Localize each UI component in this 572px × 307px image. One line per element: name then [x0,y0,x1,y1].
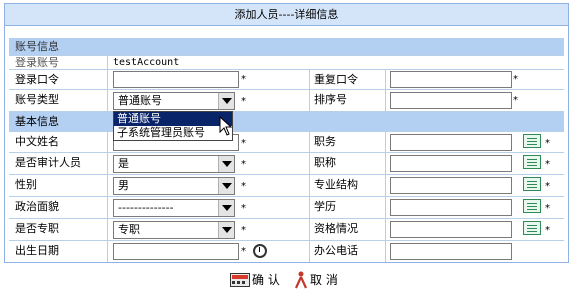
section-basic-header: 基本信息 [9,112,564,132]
chevron-down-icon[interactable] [218,222,234,238]
row-account-type: 账号类型 普通账号 * 排序号 * [9,90,564,112]
fulltime-label: 是否专职 [15,222,59,235]
qualification-required-mark: * [545,225,550,236]
sort-required-mark: * [513,95,518,106]
name-required-mark: * [241,138,246,149]
row-login-account: 登录账号 testAccount [9,56,564,70]
qualification-input[interactable] [390,221,512,238]
fulltime-select[interactable]: 专职 [113,221,235,239]
audit-required-mark: * [241,159,246,170]
action-bar: 确 认 取 消 [4,266,569,296]
repeat-password-input[interactable] [390,71,512,88]
chevron-down-icon[interactable] [218,156,234,172]
duty-input[interactable] [390,134,512,151]
gender-value: 男 [118,179,129,192]
professional-title-input[interactable] [390,155,512,172]
birth-date-label: 出生日期 [15,244,59,257]
confirm-button-label: 确 认 [252,273,280,287]
cancel-button[interactable]: 取 消 [294,270,338,290]
repeat-required-mark: * [513,74,518,85]
political-status-value: -------------- [118,201,174,214]
fulltime-value: 专职 [118,223,140,236]
birth-required-mark: * [241,246,246,257]
major-picker-icon[interactable] [523,177,541,191]
account-type-label: 账号类型 [15,93,59,106]
account-type-dropdown-list: 普通账号 子系统管理员账号 [113,111,233,141]
chevron-down-icon[interactable] [218,200,234,216]
form-panel: 添加人员----详细信息 账号信息 登录账号 testAccount 登录口令 … [4,3,569,263]
row-audit: 是否审计人员 是 * 职称 * [9,153,564,175]
audit-value: 是 [118,157,129,170]
row-birth: 出生日期 * 办公电话 [9,241,564,262]
row-fulltime: 是否专职 专职 * 资格情况 * [9,219,564,241]
audit-label: 是否审计人员 [15,156,81,169]
professional-title-label: 职称 [314,156,336,169]
row-name: 中文姓名 * 职务 * [9,132,564,153]
duty-picker-icon[interactable] [523,134,541,148]
education-picker-icon[interactable] [523,199,541,213]
duty-label: 职务 [314,135,336,148]
sort-number-label: 排序号 [314,93,347,106]
cancel-button-label: 取 消 [310,273,338,287]
education-required-mark: * [545,203,550,214]
row-political: 政治面貌 -------------- * 学历 * [9,197,564,219]
chevron-down-icon[interactable] [218,178,234,194]
account-type-value: 普通账号 [118,94,162,107]
fulltime-required-mark: * [241,225,246,236]
form-title: 添加人员----详细信息 [5,4,568,26]
qualification-picker-icon[interactable] [523,221,541,235]
sort-number-input[interactable] [390,92,512,109]
login-label: 登录账号 [15,56,59,69]
mouse-pointer-icon [219,116,233,136]
account-type-select[interactable]: 普通账号 [113,92,235,110]
political-required-mark: * [241,203,246,214]
alarm-clock-icon[interactable] [253,244,267,258]
repeat-password-label: 重复口令 [314,73,358,86]
account-type-option-subadmin[interactable]: 子系统管理员账号 [114,126,232,140]
row-gender: 性别 男 * 专业结构 * [9,175,564,197]
login-value: testAccount [113,57,180,68]
chinese-name-label: 中文姓名 [15,135,59,148]
major-structure-input[interactable] [390,177,512,194]
chevron-down-icon[interactable] [218,93,234,109]
education-input[interactable] [390,199,512,216]
political-status-label: 政治面貌 [15,200,59,213]
gender-label: 性别 [15,178,37,191]
office-phone-label: 办公电话 [314,244,358,257]
password-input[interactable] [113,71,239,88]
row-password: 登录口令 * 重复口令 * [9,70,564,90]
education-label: 学历 [314,200,336,213]
password-label: 登录口令 [15,73,59,86]
gender-select[interactable]: 男 [113,177,235,195]
major-required-mark: * [545,181,550,192]
password-required-mark: * [241,74,246,85]
calculator-icon [230,273,250,287]
account-type-option-normal[interactable]: 普通账号 [114,112,232,126]
type-required-mark: * [241,96,246,107]
office-phone-input[interactable] [390,243,512,260]
confirm-button[interactable]: 确 认 [230,270,280,290]
title-picker-icon[interactable] [523,155,541,169]
major-structure-label: 专业结构 [314,178,358,191]
political-status-select[interactable]: -------------- [113,199,235,217]
person-cancel-icon [294,271,308,289]
qualification-label: 资格情况 [314,222,358,235]
title-required-mark: * [545,159,550,170]
audit-select[interactable]: 是 [113,155,235,173]
birth-date-input[interactable] [113,243,239,260]
gender-required-mark: * [241,181,246,192]
duty-required-mark: * [545,138,550,149]
section-account-header: 账号信息 [9,38,564,56]
